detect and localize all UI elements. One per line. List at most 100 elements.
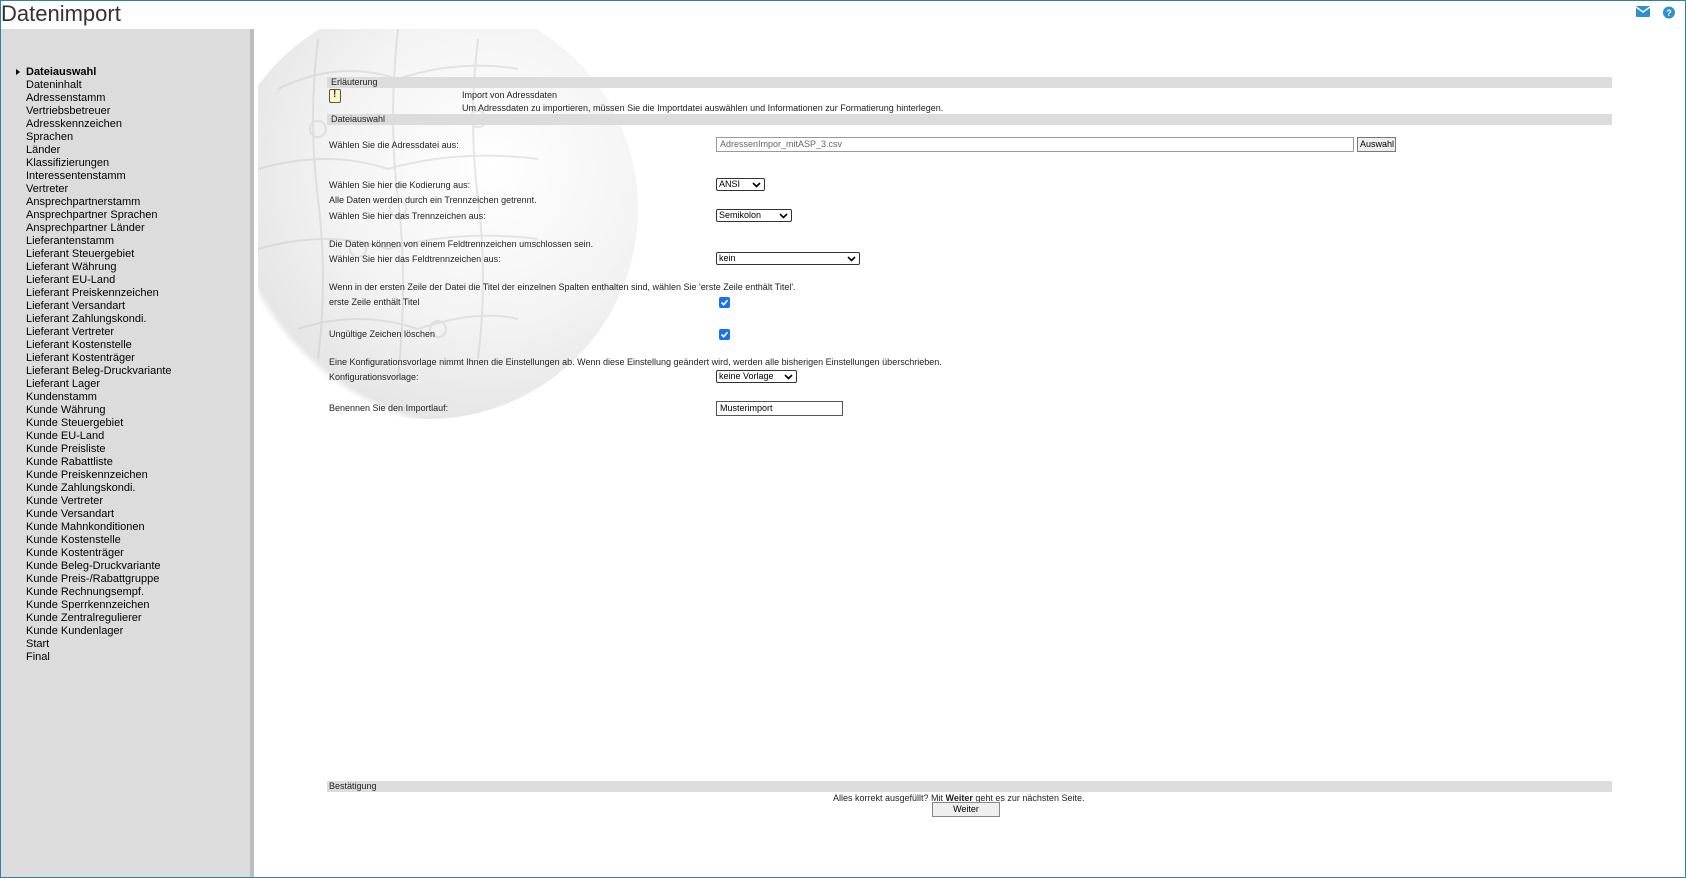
sidebar-item[interactable]: Lieferant Vertreter <box>1 326 172 339</box>
sidebar-item-label: Lieferant Vertreter <box>26 326 115 338</box>
sidebar-item-label: Lieferant Kostenstelle <box>26 339 132 351</box>
sidebar-item[interactable]: Kunde Versandart <box>1 508 172 521</box>
sidebar-item[interactable]: Kundenstamm <box>1 391 172 404</box>
sidebar-item[interactable]: Vertriebsbetreuer <box>1 105 172 118</box>
sidebar-item[interactable]: Lieferant Kostenträger <box>1 352 172 365</box>
sidebar-item[interactable]: Lieferant Zahlungskondi. <box>1 313 172 326</box>
sidebar-item[interactable]: Final <box>1 651 172 664</box>
sidebar-item[interactable]: Kunde Mahnkonditionen <box>1 521 172 534</box>
sidebar-item[interactable]: Kunde Preisliste <box>1 443 172 456</box>
sidebar-item-label: Länder <box>26 144 61 156</box>
invalid-chars-label: Ungültige Zeichen löschen <box>329 329 436 339</box>
section-file-selection: Dateiauswahl <box>327 114 1612 125</box>
header-note: Wenn in der ersten Zeile der Datei die T… <box>329 282 796 292</box>
sidebar-item[interactable]: Vertreter <box>1 183 172 196</box>
invalid-chars-checkbox[interactable] <box>719 329 730 340</box>
sidebar-item-label: Lieferant Währung <box>26 261 117 273</box>
header-checkbox[interactable] <box>719 297 730 308</box>
sidebar-item[interactable]: Kunde Beleg-Druckvariante <box>1 560 172 573</box>
file-label: Wählen Sie die Adressdatei aus: <box>329 140 459 150</box>
sidebar-item[interactable]: Sprachen <box>1 131 172 144</box>
chevron-down-icon <box>752 182 761 188</box>
sidebar-item-label: Kunde Rechnungsempf. <box>26 586 145 598</box>
sidebar-item-label: Sprachen <box>26 131 74 143</box>
import-name-field[interactable]: Musterimport <box>716 401 843 416</box>
sidebar-item-label: Klassifizierungen <box>26 157 110 169</box>
sidebar-item[interactable]: Lieferant Kostenstelle <box>1 339 172 352</box>
sidebar-item[interactable]: Lieferant Steuergebiet <box>1 248 172 261</box>
sidebar-item-label: Vertriebsbetreuer <box>26 105 111 117</box>
chevron-down-icon <box>847 256 856 262</box>
sidebar-item-label: Lieferant Steuergebiet <box>26 248 135 260</box>
sidebar-item-label: Kunde Preis-/Rabattgruppe <box>26 573 160 585</box>
sidebar-item[interactable]: Ansprechpartner Sprachen <box>1 209 172 222</box>
section-explanation: Erläuterung <box>327 77 1612 88</box>
help-icon[interactable]: ? <box>1662 6 1678 20</box>
page-title: Datenimport <box>1 1 121 26</box>
sidebar-item[interactable]: Kunde Rechnungsempf. <box>1 586 172 599</box>
sidebar-nav: Dateiauswahl Dateninhalt Adressenstamm Vert… <box>1 66 172 664</box>
info-icon <box>329 89 341 103</box>
caret-right-icon <box>16 69 20 75</box>
browse-button[interactable]: Auswahl <box>1357 137 1396 152</box>
sidebar-item[interactable]: Lieferant Versandart <box>1 300 172 313</box>
sidebar-item[interactable]: Kunde Steuergebiet <box>1 417 172 430</box>
sidebar-item[interactable]: Lieferant EU-Land <box>1 274 172 287</box>
sidebar: Dateiauswahl Dateninhalt Adressenstamm Vert… <box>1 29 254 877</box>
sidebar-item-label: Lieferant EU-Land <box>26 274 116 286</box>
sidebar-item[interactable]: Kunde Kostenträger <box>1 547 172 560</box>
sidebar-item[interactable]: Adresskennzeichen <box>1 118 172 131</box>
enclosure-label: Wählen Sie hier das Feldtrennzeichen aus… <box>329 254 501 264</box>
sidebar-item[interactable]: Lieferantenstamm <box>1 235 172 248</box>
template-note: Eine Konfigurationsvorlage nimmt Ihnen d… <box>329 357 942 367</box>
sidebar-item-label: Interessentenstamm <box>26 170 126 182</box>
sidebar-item-label: Kunde Sperrkennzeichen <box>26 599 150 611</box>
sidebar-item[interactable]: Kunde Währung <box>1 404 172 417</box>
sidebar-item[interactable]: Kunde Preis-/Rabattgruppe <box>1 573 172 586</box>
delimiter-select[interactable]: Semikolon <box>716 209 792 222</box>
sidebar-item-label: Ansprechpartner Länder <box>26 222 145 234</box>
sidebar-item[interactable]: Kunde Zentralregulierer <box>1 612 172 625</box>
encoding-select[interactable]: ANSI <box>716 178 765 191</box>
enclosure-select[interactable]: kein <box>716 252 860 265</box>
sidebar-item-label: Kunde Kostenträger <box>26 547 124 559</box>
sidebar-item[interactable]: Dateninhalt <box>1 79 172 92</box>
next-button[interactable]: Weiter <box>932 802 1000 817</box>
sidebar-item[interactable]: Lieferant Preiskennzeichen <box>1 287 172 300</box>
main-content: Erläuterung Import von Adressdaten Um Ad… <box>258 29 1685 877</box>
sidebar-item[interactable]: Kunde Zahlungskondi. <box>1 482 172 495</box>
check-icon <box>720 331 729 338</box>
sidebar-item[interactable]: Kunde Sperrkennzeichen <box>1 599 172 612</box>
sidebar-item[interactable]: Ansprechpartner Länder <box>1 222 172 235</box>
sidebar-item-label: Kunde Zahlungskondi. <box>26 482 136 494</box>
mail-icon[interactable] <box>1636 6 1652 20</box>
sidebar-item[interactable]: Kunde Kundenlager <box>1 625 172 638</box>
explanation-heading: Import von Adressdaten <box>462 90 558 100</box>
sidebar-item-label: Lieferant Kostenträger <box>26 352 135 364</box>
sidebar-item[interactable]: Lieferant Währung <box>1 261 172 274</box>
sidebar-item[interactable]: Start <box>1 638 172 651</box>
top-icons: ? <box>1636 6 1678 20</box>
sidebar-item[interactable]: Lieferant Beleg-Druckvariante <box>1 365 172 378</box>
template-select[interactable]: keine Vorlage <box>716 370 797 383</box>
sidebar-item[interactable]: Länder <box>1 144 172 157</box>
sidebar-item-label: Kunde Kostenstelle <box>26 534 121 546</box>
header-label: erste Zeile enthält Titel <box>329 297 420 307</box>
sidebar-item[interactable]: Kunde Kostenstelle <box>1 534 172 547</box>
sidebar-item-label: Lieferant Versandart <box>26 300 126 312</box>
sidebar-item[interactable]: Klassifizierungen <box>1 157 172 170</box>
file-path-field[interactable]: AdressenImpor_mitASP_3.csv <box>716 137 1354 152</box>
sidebar-item-label: Kundenstamm <box>26 391 97 403</box>
sidebar-item-label: Dateiauswahl <box>26 66 97 78</box>
sidebar-item[interactable]: Interessentenstamm <box>1 170 172 183</box>
sidebar-item[interactable]: Lieferant Lager <box>1 378 172 391</box>
sidebar-item[interactable]: Kunde Rabattliste <box>1 456 172 469</box>
section-confirmation: Bestätigung <box>327 781 1612 792</box>
sidebar-item-label: Adressenstamm <box>26 92 106 104</box>
sidebar-item[interactable]: Kunde Vertreter <box>1 495 172 508</box>
sidebar-item[interactable]: Kunde Preiskennzeichen <box>1 469 172 482</box>
sidebar-item[interactable]: Kunde EU-Land <box>1 430 172 443</box>
sidebar-item[interactable]: Adressenstamm <box>1 92 172 105</box>
sidebar-item[interactable]: Dateiauswahl <box>1 66 172 79</box>
sidebar-item[interactable]: Ansprechpartnerstamm <box>1 196 172 209</box>
